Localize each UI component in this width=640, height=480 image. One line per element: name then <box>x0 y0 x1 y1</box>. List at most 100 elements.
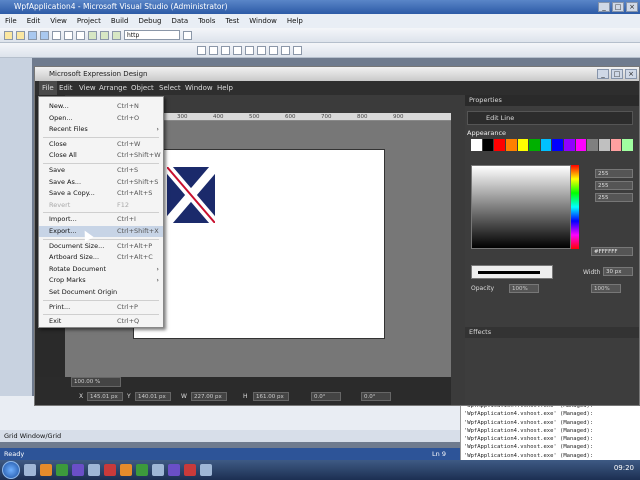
width-field[interactable]: 30 px <box>603 267 633 276</box>
ed-close-icon[interactable]: × <box>625 69 637 79</box>
align-center-icon[interactable] <box>209 45 218 55</box>
vs-breadcrumb[interactable]: Grid Window/Grid <box>0 430 460 442</box>
make-same-height-icon[interactable] <box>281 45 290 55</box>
file-menu-item[interactable]: Close Ctrl+W <box>39 139 163 150</box>
color-swatch[interactable] <box>622 139 633 151</box>
save-icon[interactable] <box>28 30 37 40</box>
x-field[interactable]: 145.01 px <box>87 392 123 401</box>
vs-find-combo[interactable]: http <box>124 30 180 40</box>
undo-icon[interactable] <box>88 30 97 40</box>
vs-menu-tools[interactable]: Tools <box>193 14 220 28</box>
align-top-icon[interactable] <box>233 45 242 55</box>
align-left-icon[interactable] <box>197 45 206 55</box>
taskbar-app-icon[interactable] <box>24 464 36 476</box>
file-menu-item[interactable]: Open... Ctrl+O <box>39 113 163 124</box>
vs-menu-edit[interactable]: Edit <box>22 14 46 28</box>
effects-header[interactable]: Effects <box>465 327 639 338</box>
appearance-header[interactable]: Appearance <box>467 129 506 137</box>
color-swatch[interactable] <box>575 139 587 151</box>
color-swatch[interactable] <box>482 139 494 151</box>
file-menu-item[interactable]: Import... Ctrl+I <box>39 214 163 225</box>
file-menu-item[interactable]: Export... Ctrl+Shift+X <box>39 226 163 237</box>
opacity-field[interactable]: 100% <box>509 284 539 293</box>
taskbar-app-icon[interactable] <box>40 464 52 476</box>
spacing-icon[interactable] <box>293 45 302 55</box>
save-all-icon[interactable] <box>40 30 49 40</box>
rotation-field[interactable]: 0.0° <box>311 392 341 401</box>
ed-maximize-icon[interactable]: □ <box>611 69 623 79</box>
redo-icon[interactable] <box>100 30 109 40</box>
w-field[interactable]: 227.00 px <box>191 392 227 401</box>
ed-menu-edit[interactable]: Edit <box>59 81 73 95</box>
vs-menu-window[interactable]: Window <box>244 14 282 28</box>
ed-menu-help[interactable]: Help <box>217 81 233 95</box>
saltire-flag-artwork[interactable] <box>167 167 215 223</box>
file-menu-item[interactable]: Rotate Document › <box>39 264 163 275</box>
align-bottom-icon[interactable] <box>257 45 266 55</box>
ed-menu-select[interactable]: Select <box>159 81 181 95</box>
paste-icon[interactable] <box>76 30 85 40</box>
h-field[interactable]: 161.00 px <box>253 392 289 401</box>
file-menu-item[interactable]: New... Ctrl+N <box>39 101 163 112</box>
file-menu-item[interactable]: Set Document Origin <box>39 287 163 298</box>
file-menu-item[interactable]: Save As... Ctrl+Shift+S <box>39 177 163 188</box>
copy-icon[interactable] <box>64 30 73 40</box>
open-folder-icon[interactable] <box>16 30 25 40</box>
color-swatch[interactable] <box>599 139 610 151</box>
new-project-icon[interactable] <box>4 30 13 40</box>
red-field[interactable]: 255 <box>595 169 633 178</box>
zoom-level[interactable]: 100.00 % <box>71 377 121 387</box>
vs-menu-data[interactable]: Data <box>166 14 193 28</box>
color-swatch[interactable] <box>610 139 622 151</box>
ed-minimize-icon[interactable]: _ <box>597 69 609 79</box>
close-icon[interactable]: × <box>626 2 638 12</box>
green-field[interactable]: 255 <box>595 181 633 190</box>
color-swatch[interactable] <box>552 139 564 151</box>
color-swatch[interactable] <box>471 139 482 151</box>
ed-menu-window[interactable]: Window <box>185 81 213 95</box>
vs-menu-test[interactable]: Test <box>220 14 244 28</box>
y-field[interactable]: 140.01 px <box>135 392 171 401</box>
taskbar-app-icon[interactable] <box>168 464 180 476</box>
align-right-icon[interactable] <box>221 45 230 55</box>
skew-field[interactable]: 0.0° <box>361 392 391 401</box>
color-swatch[interactable] <box>505 139 517 151</box>
vs-menu-debug[interactable]: Debug <box>133 14 166 28</box>
file-menu-item[interactable]: Save a Copy... Ctrl+Alt+S <box>39 188 163 199</box>
align-middle-icon[interactable] <box>245 45 254 55</box>
start-button[interactable] <box>2 461 20 479</box>
minimize-icon[interactable]: _ <box>598 2 610 12</box>
stroke-opacity-field[interactable]: 100% <box>591 284 621 293</box>
taskbar-app-icon[interactable] <box>56 464 68 476</box>
taskbar-app-icon[interactable] <box>104 464 116 476</box>
file-menu-item[interactable]: Print... Ctrl+P <box>39 302 163 313</box>
color-swatch[interactable] <box>587 139 599 151</box>
taskbar-app-icon[interactable] <box>88 464 100 476</box>
vs-menu-file[interactable]: File <box>0 14 22 28</box>
color-swatch[interactable] <box>494 139 505 151</box>
file-menu-item[interactable]: Close All Ctrl+Shift+W <box>39 150 163 161</box>
maximize-icon[interactable]: □ <box>612 2 624 12</box>
stroke-preview[interactable] <box>471 265 553 279</box>
blue-field[interactable]: 255 <box>595 193 633 202</box>
file-menu-item[interactable]: Save Ctrl+S <box>39 165 163 176</box>
ed-menu-object[interactable]: Object <box>131 81 154 95</box>
vs-menu-help[interactable]: Help <box>282 14 308 28</box>
find-icon[interactable] <box>183 30 192 40</box>
file-menu-item[interactable]: Revert F12 <box>39 200 163 211</box>
taskbar-app-icon[interactable] <box>152 464 164 476</box>
file-menu-item[interactable]: Exit Ctrl+Q <box>39 316 163 327</box>
taskbar-app-icon[interactable] <box>184 464 196 476</box>
vs-menu-build[interactable]: Build <box>106 14 134 28</box>
start-debug-icon[interactable] <box>112 30 121 40</box>
hex-field[interactable]: #FFFFFF <box>591 247 633 256</box>
taskbar-app-icon[interactable] <box>200 464 212 476</box>
cut-icon[interactable] <box>52 30 61 40</box>
taskbar-app-icon[interactable] <box>72 464 84 476</box>
color-swatch[interactable] <box>540 139 552 151</box>
color-swatch[interactable] <box>517 139 529 151</box>
file-menu-item[interactable]: Recent Files › <box>39 124 163 135</box>
color-swatch[interactable] <box>529 139 540 151</box>
vs-menu-view[interactable]: View <box>45 14 72 28</box>
file-menu-item[interactable]: Document Size... Ctrl+Alt+P <box>39 241 163 252</box>
